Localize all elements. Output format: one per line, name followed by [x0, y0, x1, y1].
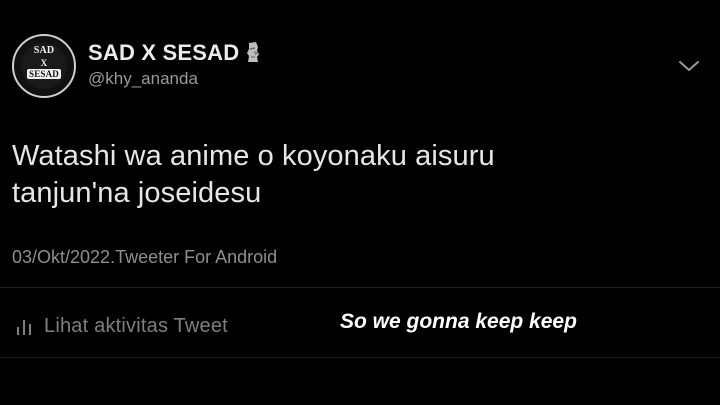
avatar[interactable]: SAD X SESAD [12, 34, 76, 98]
activity-label: Lihat aktivitas Tweet [44, 314, 228, 337]
tweet-card: SAD X SESAD SAD X SESAD @khy_ananda Wata… [0, 0, 720, 405]
tweet-text-line-2: tanjun'na joseidesu [12, 177, 262, 209]
avatar-text-line-3: SESAD [14, 69, 74, 79]
tweet-menu-button[interactable] [672, 52, 706, 80]
video-subtitle: So we gonna keep keep [340, 310, 577, 333]
display-name-text: SAD X SESAD [88, 40, 240, 65]
avatar-text-line-2: X [40, 58, 48, 68]
divider-bottom [0, 357, 720, 358]
chevron-down-icon [679, 61, 699, 71]
view-tweet-activity-button[interactable]: Lihat aktivitas Tweet [16, 312, 228, 340]
tweet-text-line-1: Watashi wa anime o koyonaku aisuru [12, 140, 495, 172]
avatar-text-line-3-label: SESAD [26, 69, 61, 79]
avatar-text-line-1: SAD [33, 45, 55, 56]
moai-icon [247, 42, 260, 62]
display-name[interactable]: SAD X SESAD [88, 40, 261, 66]
user-handle[interactable]: @khy_ananda [88, 69, 198, 89]
bar-chart-icon [17, 320, 31, 335]
tweet-text: Watashi wa anime o koyonaku aisuru tanju… [12, 138, 652, 212]
tweet-timestamp-source: 03/Okt/2022.Tweeter For Android [12, 247, 278, 267]
divider [0, 287, 720, 288]
